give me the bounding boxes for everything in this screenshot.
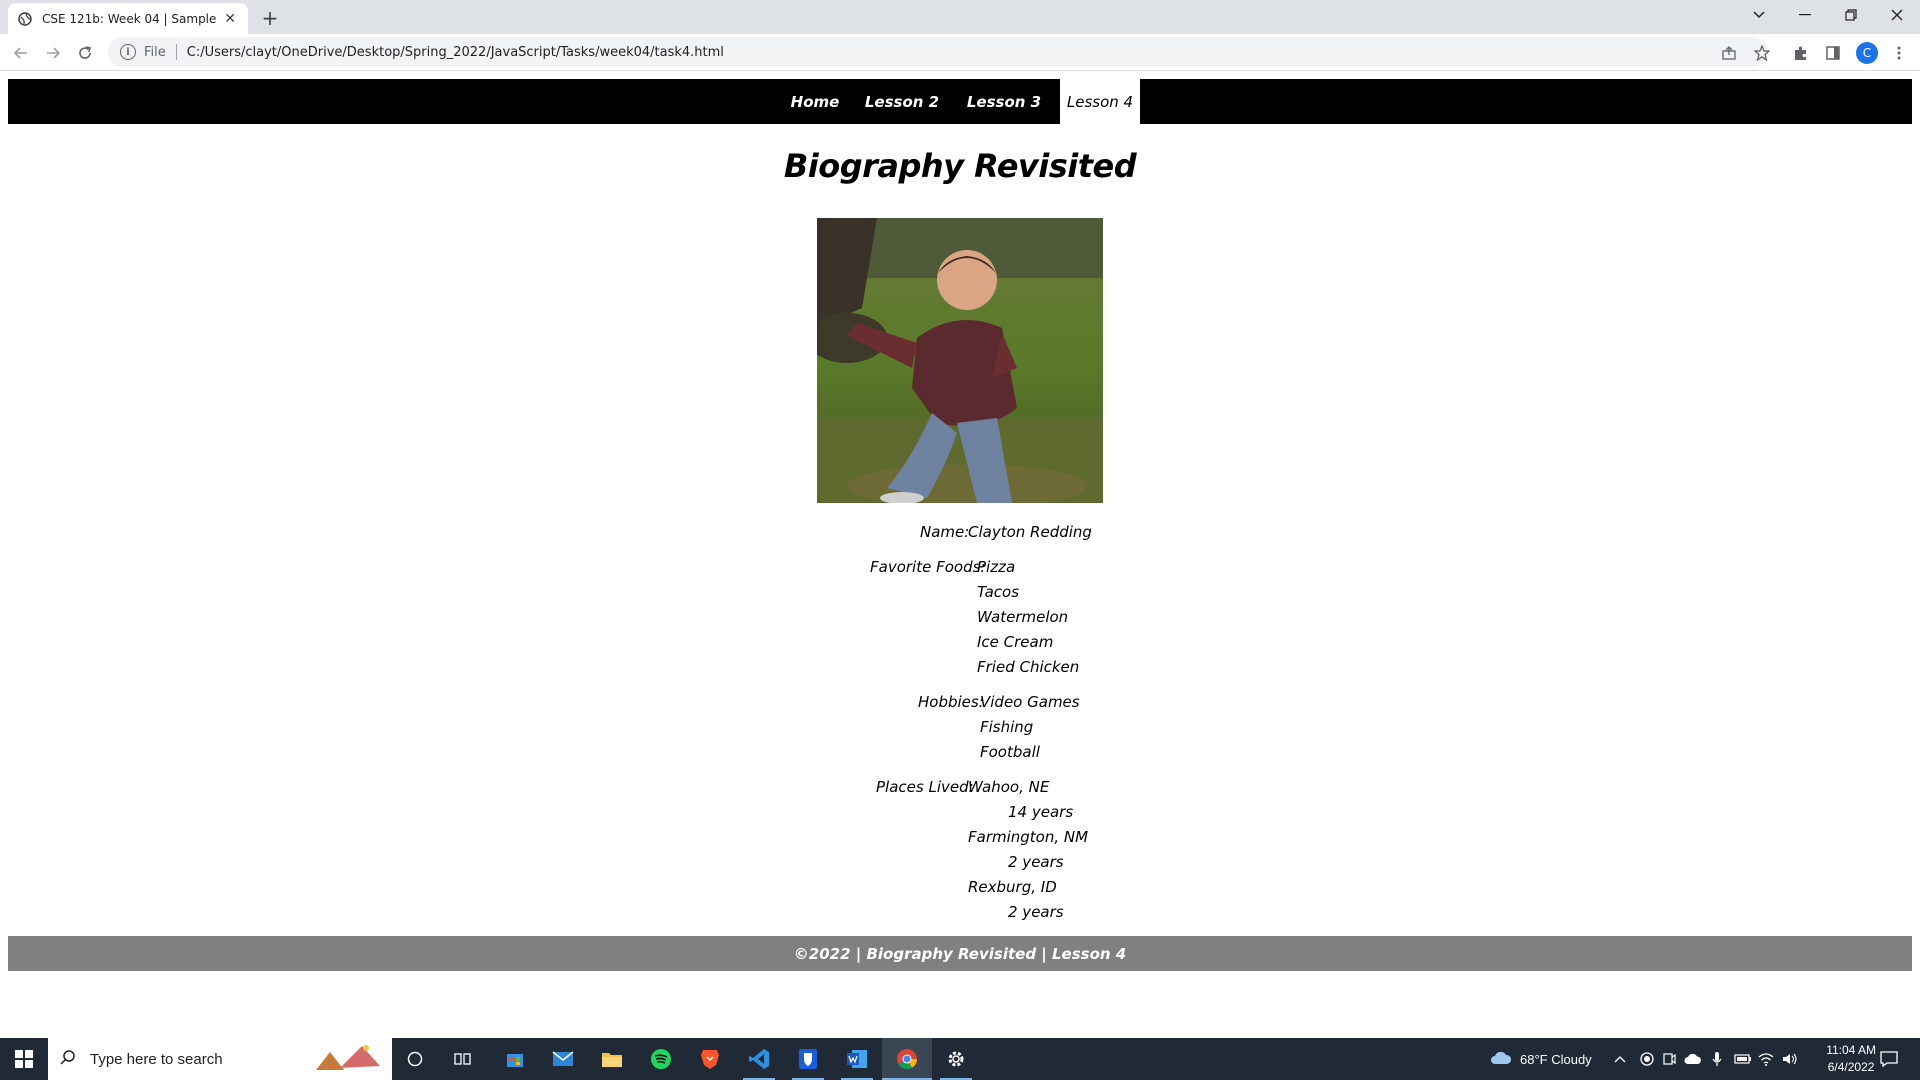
site-info-icon[interactable]: i [120,44,136,60]
address-bar[interactable]: i File C:/Users/clayt/OneDrive/Desktop/S… [108,37,1768,67]
tab-search-icon[interactable] [1736,0,1782,30]
volume-icon[interactable] [1782,1038,1798,1080]
search-highlight-icon [310,1040,384,1078]
word-icon[interactable] [833,1038,881,1080]
side-panel-icon[interactable] [1822,42,1844,64]
show-hidden-icons-chevron-icon[interactable] [1614,1038,1626,1080]
page-footer: ©2022 | Biography Revisited | Lesson 4 [8,936,1912,971]
file-explorer-icon[interactable] [588,1038,636,1080]
place-duration: 2 years [1008,903,1064,921]
hobbies-label: Hobbies: [918,693,984,711]
place-name: Rexburg, ID [968,878,1057,896]
forward-button[interactable] [39,39,67,67]
nav-link-lesson-4[interactable]: Lesson 4 [1060,79,1140,124]
nav-link-lesson-3[interactable]: Lesson 3 [958,79,1050,124]
brave-browser-icon[interactable] [686,1038,734,1080]
kebab-menu-icon[interactable] [1888,42,1910,64]
close-window-button[interactable] [1874,0,1920,30]
bookmark-star-icon[interactable] [1751,42,1773,64]
profile-avatar[interactable]: C [1856,42,1878,64]
cloud-icon [1490,1051,1512,1068]
food-item: Watermelon [977,608,1069,626]
page-title: Biography Revisited [783,147,1137,185]
weather-text: 68°F Cloudy [1520,1051,1592,1067]
url-text[interactable]: C:/Users/clayt/OneDrive/Desktop/Spring_2… [187,45,724,60]
settings-gear-icon[interactable] [932,1038,980,1080]
extensions-puzzle-icon[interactable] [1790,42,1812,64]
minimize-button[interactable] [1782,0,1828,30]
browser-toolbar: i File C:/Users/clayt/OneDrive/Desktop/S… [0,34,1920,71]
taskbar-search-box[interactable]: Type here to search [48,1038,392,1080]
search-icon [60,1049,76,1069]
tab-title: CSE 121b: Week 04 | Sample Solu [42,11,218,26]
microsoft-store-icon[interactable] [491,1038,539,1080]
name-value: Clayton Redding [968,523,1092,541]
vscode-icon[interactable] [735,1038,783,1080]
reload-button[interactable] [71,39,99,67]
onedrive-icon[interactable] [1684,1038,1702,1080]
url-scheme-label: File [144,44,166,60]
nav-link-lesson-2[interactable]: Lesson 2 [856,79,948,124]
weather-widget[interactable]: 68°F Cloudy [1490,1038,1592,1080]
food-item: Fried Chicken [977,658,1080,676]
browser-tab[interactable]: CSE 121b: Week 04 | Sample Solu ✕ [8,3,248,34]
cortana-icon[interactable] [395,1038,435,1080]
record-icon[interactable] [1640,1038,1654,1080]
place-duration: 14 years [1008,803,1074,821]
places-lived-label: Places Lived: [876,778,974,796]
share-icon[interactable] [1718,42,1740,64]
new-tab-button[interactable]: + [258,6,282,30]
chrome-icon[interactable] [882,1038,932,1080]
search-placeholder: Type here to search [90,1050,223,1068]
spotify-icon[interactable] [637,1038,685,1080]
nav-link-home[interactable]: Home [780,79,850,124]
place-name: Wahoo, NE [968,778,1050,796]
omnibox-divider [175,44,177,60]
food-item: Tacos [977,583,1020,601]
hobby-item: Football [980,743,1040,761]
windows-taskbar: Type here to search 68°F Cloudy 11:04 AM… [0,1038,1920,1080]
favorite-foods-label: Favorite Foods: [870,558,986,576]
wifi-icon[interactable] [1758,1038,1774,1080]
web-page: Home Lesson 2 Lesson 3 Lesson 4 Biograph… [0,71,1920,1038]
system-clock[interactable]: 11:04 AM 6/4/2022 [1826,1042,1876,1076]
restore-button[interactable] [1828,0,1874,30]
tab-close-icon[interactable]: ✕ [222,11,238,27]
globe-icon [18,11,32,26]
back-button[interactable] [7,39,35,67]
notifications-icon[interactable] [1880,1038,1898,1080]
food-item: Ice Cream [977,633,1054,651]
place-duration: 2 years [1008,853,1064,871]
place-name: Farmington, NM [968,828,1089,846]
task-view-icon[interactable] [443,1038,483,1080]
bitwarden-icon[interactable] [784,1038,832,1080]
hobby-item: Fishing [980,718,1034,736]
battery-icon[interactable] [1734,1038,1752,1080]
browser-tab-strip: CSE 121b: Week 04 | Sample Solu ✕ + [0,0,1920,34]
name-label: Name: [920,523,970,541]
windows-start-icon[interactable] [0,1038,48,1080]
microphone-icon[interactable] [1712,1038,1722,1080]
clock-date: 6/4/2022 [1827,1060,1875,1074]
site-nav-bar: Home Lesson 2 Lesson 3 Lesson 4 [8,79,1912,124]
mail-icon[interactable] [539,1038,587,1080]
profile-photo [817,218,1103,503]
hobby-item: Video Games [980,693,1080,711]
meet-now-icon[interactable] [1662,1038,1676,1080]
clock-time: 11:04 AM [1826,1043,1876,1057]
food-item: Pizza [977,558,1016,576]
